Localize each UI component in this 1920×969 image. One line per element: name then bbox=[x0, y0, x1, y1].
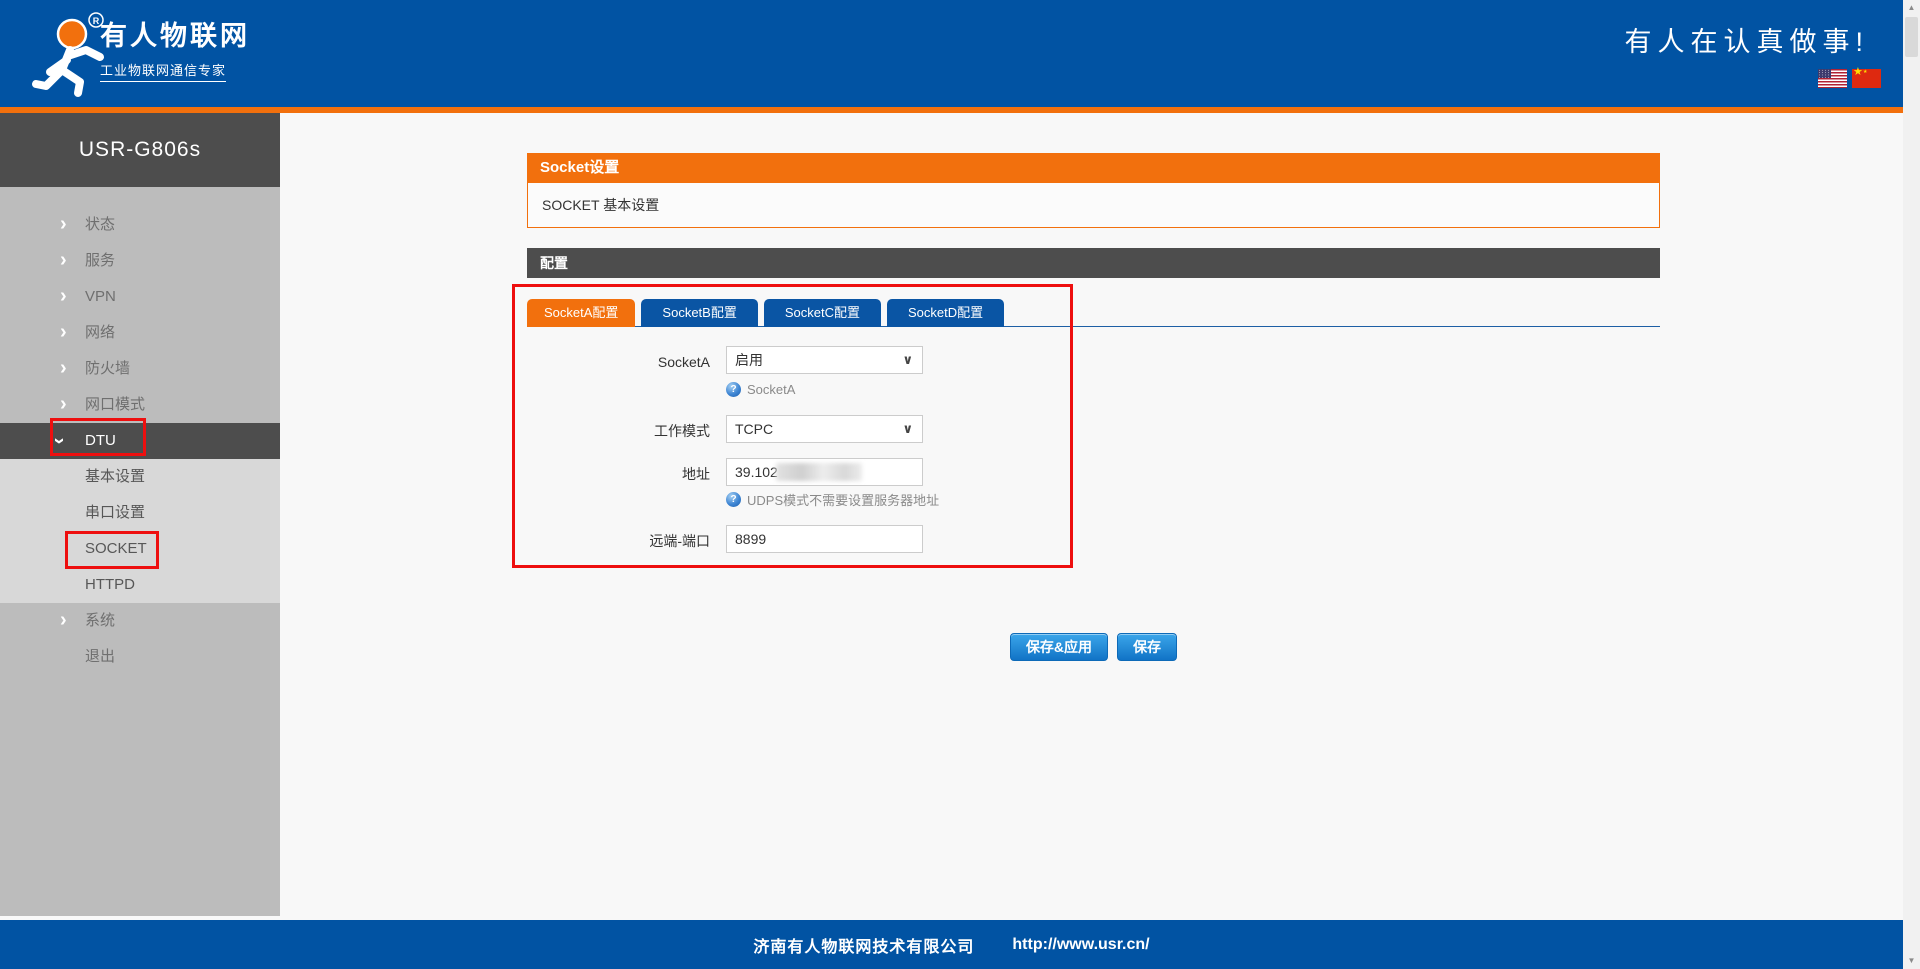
chevron-down-icon: ∨ bbox=[902, 416, 913, 442]
workmode-label: 工作模式 bbox=[500, 421, 710, 441]
chevron-down-icon: ∨ bbox=[902, 347, 913, 373]
chevron-right-icon: › bbox=[60, 315, 67, 349]
language-switcher: ★ ★ bbox=[1624, 69, 1881, 88]
tab-socket-c[interactable]: SocketC配置 bbox=[764, 299, 881, 327]
scroll-up-icon[interactable]: ▲ bbox=[1903, 0, 1920, 16]
chevron-right-icon: › bbox=[60, 279, 67, 313]
tab-socket-b[interactable]: SocketB配置 bbox=[641, 299, 757, 327]
sidebar-item-httpd[interactable]: HTTPD bbox=[0, 567, 280, 603]
dtu-submenu: 基本设置 串口设置 SOCKET HTTPD bbox=[0, 459, 280, 603]
tab-socket-d[interactable]: SocketD配置 bbox=[887, 299, 1004, 327]
chevron-right-icon: › bbox=[60, 603, 67, 637]
brand-subtitle: 工业物联网通信专家 bbox=[100, 60, 226, 82]
config-title-bar: 配置 bbox=[527, 248, 1660, 278]
socketa-label: SocketA bbox=[500, 352, 710, 372]
save-apply-button[interactable]: 保存&应用 bbox=[1010, 633, 1108, 661]
address-blur-mask bbox=[776, 463, 862, 481]
address-help: ? UDPS模式不需要设置服务器地址 bbox=[726, 490, 939, 508]
sidebar-item-basic-settings[interactable]: 基本设置 bbox=[0, 459, 280, 495]
device-title: USR-G806s bbox=[0, 113, 280, 187]
sidebar-item-network[interactable]: › 网络 bbox=[0, 315, 280, 351]
chevron-right-icon: › bbox=[60, 207, 67, 241]
socketa-help: ? SocketA bbox=[726, 380, 795, 398]
sidebar-item-portmode[interactable]: › 网口模式 bbox=[0, 387, 280, 423]
chevron-down-icon: › bbox=[41, 438, 77, 445]
tab-socket-a[interactable]: SocketA配置 bbox=[527, 299, 635, 327]
save-button[interactable]: 保存 bbox=[1117, 633, 1177, 661]
sidebar-menu: › 状态 › 服务 › VPN › 网络 › 防火墙 › 网口模式 › DTU bbox=[0, 187, 280, 675]
header-accent-strip bbox=[0, 107, 1920, 113]
vertical-scrollbar[interactable]: ▲ ▼ bbox=[1903, 0, 1920, 969]
sidebar-item-firewall[interactable]: › 防火墙 bbox=[0, 351, 280, 387]
sidebar-item-socket[interactable]: SOCKET bbox=[0, 531, 280, 567]
port-label: 远端-端口 bbox=[500, 531, 710, 551]
logo-head bbox=[58, 20, 86, 48]
port-input[interactable] bbox=[726, 525, 923, 553]
star-icon: ★ bbox=[1853, 67, 1863, 78]
sidebar-item-serial-settings[interactable]: 串口设置 bbox=[0, 495, 280, 531]
socketa-select[interactable]: 启用 ∨ bbox=[726, 346, 923, 374]
help-icon: ? bbox=[726, 382, 741, 397]
sidebar-item-vpn[interactable]: › VPN bbox=[0, 279, 280, 315]
footer-company: 济南有人物联网技术有限公司 bbox=[753, 933, 974, 957]
sidebar: USR-G806s › 状态 › 服务 › VPN › 网络 › 防火墙 › 网… bbox=[0, 113, 280, 916]
workmode-select[interactable]: TCPC ∨ bbox=[726, 415, 923, 443]
section-subtitle: SOCKET 基本设置 bbox=[527, 183, 1660, 228]
sidebar-item-logout[interactable]: 退出 bbox=[0, 639, 280, 675]
sidebar-item-dtu[interactable]: › DTU bbox=[0, 423, 280, 459]
chevron-right-icon: › bbox=[60, 387, 67, 421]
star-icon: ★ bbox=[1863, 70, 1867, 75]
footer-url-link[interactable]: http://www.usr.cn/ bbox=[1012, 936, 1149, 954]
top-header: R 有人物联网 工业物联网通信专家 有人在认真做事! ★ ★ bbox=[0, 0, 1920, 107]
footer: 济南有人物联网技术有限公司 http://www.usr.cn/ bbox=[0, 920, 1903, 969]
scrollbar-thumb[interactable] bbox=[1905, 17, 1918, 57]
socket-tabs: SocketA配置 SocketB配置 SocketC配置 SocketD配置 bbox=[527, 299, 1004, 327]
slogan-text: 有人在认真做事! bbox=[1624, 20, 1881, 59]
section-title-bar: Socket设置 bbox=[527, 153, 1660, 183]
us-flag-icon[interactable] bbox=[1818, 69, 1847, 88]
chevron-right-icon: › bbox=[60, 243, 67, 277]
form-buttons: 保存&应用 保存 bbox=[527, 633, 1660, 661]
scroll-down-icon[interactable]: ▼ bbox=[1903, 953, 1920, 969]
sidebar-item-service[interactable]: › 服务 bbox=[0, 243, 280, 279]
address-label: 地址 bbox=[500, 464, 710, 484]
sidebar-item-system[interactable]: › 系统 bbox=[0, 603, 280, 639]
help-icon: ? bbox=[726, 492, 741, 507]
brand-title: 有人物联网 bbox=[100, 20, 250, 52]
china-flag-icon[interactable]: ★ ★ bbox=[1852, 69, 1881, 88]
chevron-right-icon: › bbox=[60, 351, 67, 385]
sidebar-item-status[interactable]: › 状态 bbox=[0, 207, 280, 243]
svg-text:R: R bbox=[93, 16, 100, 26]
